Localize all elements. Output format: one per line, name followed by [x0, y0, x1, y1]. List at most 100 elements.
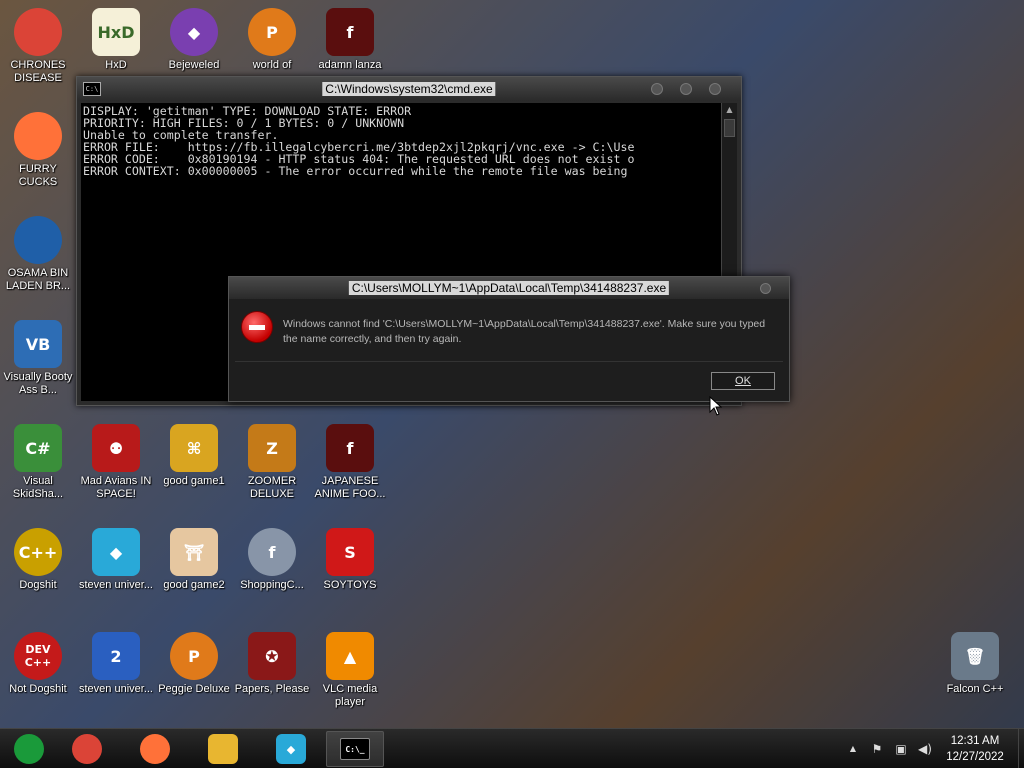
desktop-icon[interactable]: S SOYTOYS: [312, 528, 388, 592]
desktop-icon[interactable]: ✪ Papers, Please: [234, 632, 310, 696]
taskbar-button[interactable]: [194, 731, 252, 767]
desktop-icon-label: OSAMA BIN LADEN BR...: [5, 267, 71, 292]
desktop-icon-label: Dogshit: [19, 579, 57, 591]
desktop-icon-label: ZOOMER DELUXE: [247, 475, 297, 500]
close-button[interactable]: [709, 83, 721, 95]
desktop-icon[interactable]: CHRONES DISEASE: [0, 8, 76, 85]
hex-editor-icon: HxD: [92, 8, 140, 56]
error-dialog[interactable]: C:\Users\MOLLYM~1\AppData\Local\Temp\341…: [228, 276, 790, 402]
dialog-close-button[interactable]: [760, 283, 771, 294]
minimize-button[interactable]: [651, 83, 663, 95]
desktop-icon[interactable]: ⌘ good game1: [156, 424, 232, 488]
visual-csharp-icon: C#: [14, 424, 62, 472]
taskbar: ◆ C:\_ ▲ ⚑ ▣ ◀) 12:31 AM 12/27/2022: [0, 728, 1024, 768]
desktop-icon-label: Falcon C++: [946, 683, 1004, 695]
desktop-icon[interactable]: Pworld of: [234, 8, 310, 72]
flash-player-icon: f: [248, 528, 296, 576]
desktop-icon-label: good game1: [163, 475, 225, 487]
desktop-icon-label: steven univer...: [79, 579, 153, 591]
desktop-icon-label: VLC media player: [322, 683, 378, 708]
file-explorer-icon: [208, 734, 238, 764]
taskbar-button[interactable]: C:\_: [326, 731, 384, 767]
flash-icon: f: [326, 424, 374, 472]
network-icon[interactable]: ▣: [894, 742, 908, 756]
cmd-icon[interactable]: C:\: [83, 82, 101, 96]
peggle-icon: P: [170, 632, 218, 680]
volume-icon[interactable]: ◀): [918, 742, 932, 756]
gem-icon: ◆: [170, 8, 218, 56]
desktop-icon-label: CHRONES DISEASE: [10, 59, 66, 84]
mouse-cursor-icon: [709, 396, 723, 416]
dialog-title: C:\Users\MOLLYM~1\AppData\Local\Temp\341…: [348, 281, 670, 295]
angry-birds-icon: ⚉: [92, 424, 140, 472]
desktop-icon[interactable]: ⚉ Mad Avians IN SPACE!: [78, 424, 154, 501]
mahjong-tile-icon: ⛩: [170, 528, 218, 576]
taskbar-button[interactable]: [58, 731, 116, 767]
desktop-icon-label: good game2: [163, 579, 225, 591]
desktop-icon-label: Bejeweled: [168, 59, 220, 71]
desktop-icon[interactable]: DEV C++ Not Dogshit: [0, 632, 76, 696]
desktop-icon-label: Peggie Deluxe: [158, 683, 230, 695]
desktop-icon[interactable]: f JAPANESE ANIME FOO...: [312, 424, 388, 501]
dialog-divider: [235, 361, 783, 362]
clock[interactable]: 12:31 AM 12/27/2022: [934, 733, 1016, 765]
taskbar-button[interactable]: [0, 731, 58, 767]
taskbar-button[interactable]: [126, 731, 184, 767]
desktop-icon[interactable]: C# Visual SkidSha...: [0, 424, 76, 501]
flash-icon: f: [326, 8, 374, 56]
cpp-icon: C++: [14, 528, 62, 576]
desktop-icon[interactable]: Z ZOOMER DELUXE: [234, 424, 310, 501]
recycle-bin-icon: 🗑: [951, 632, 999, 680]
scroll-thumb[interactable]: [724, 119, 735, 137]
scroll-up-icon[interactable]: ▲: [722, 103, 737, 117]
chevron-up-icon[interactable]: ▲: [846, 742, 860, 756]
obama-logo-icon: [14, 216, 62, 264]
desktop-icon[interactable]: ▲ VLC media player: [312, 632, 388, 709]
desktop-icon-label: steven univer...: [79, 683, 153, 695]
desktop-icon[interactable]: C++ Dogshit: [0, 528, 76, 592]
ok-button-label: OK: [735, 375, 751, 387]
number-two-icon: 2: [92, 632, 140, 680]
cmd-titlebar[interactable]: C:\ C:\Windows\system32\cmd.exe: [77, 77, 741, 101]
clock-date: 12/27/2022: [946, 751, 1004, 763]
diamond-icon: ◆: [92, 528, 140, 576]
desktop-icon-label: ShoppingC...: [240, 579, 304, 591]
desktop-icon[interactable]: HxD HxD: [78, 8, 154, 72]
desktop-icon[interactable]: ◆ Bejeweled: [156, 8, 232, 72]
desktop-icon-label: Not Dogshit: [9, 683, 67, 695]
desktop-icon[interactable]: 2 steven univer...: [78, 632, 154, 696]
taskbar-button[interactable]: ◆: [262, 731, 320, 767]
start-orb-icon: [14, 734, 44, 764]
chrome-icon: [72, 734, 102, 764]
vlc-cone-icon: ▲: [326, 632, 374, 680]
ok-button[interactable]: OK: [711, 372, 775, 390]
desktop-icon[interactable]: P Peggie Deluxe: [156, 632, 232, 696]
desktop-icon-label: HxD: [105, 59, 127, 71]
devcpp-icon: DEV C++: [14, 632, 62, 680]
show-desktop-button[interactable]: [1018, 729, 1024, 768]
chrome-icon: [14, 8, 62, 56]
desktop-icon-label: JAPANESE ANIME FOO...: [314, 475, 386, 500]
desktop-icon[interactable]: VB Visually Booty Ass B...: [0, 320, 76, 397]
zuma-icon: Z: [248, 424, 296, 472]
dialog-titlebar[interactable]: C:\Users\MOLLYM~1\AppData\Local\Temp\341…: [229, 277, 789, 299]
desktop-icon-label: FURRY CUCKS: [18, 163, 58, 188]
desktop-icon-label: SOYTOYS: [323, 579, 377, 591]
desktop-icon-label: Mad Avians IN SPACE!: [80, 475, 152, 500]
s-logo-icon: S: [326, 528, 374, 576]
desktop-icon[interactable]: ◆ steven univer...: [78, 528, 154, 592]
maximize-button[interactable]: [680, 83, 692, 95]
desktop-icon[interactable]: FURRY CUCKS: [0, 112, 76, 189]
firefox-icon: [140, 734, 170, 764]
desktop-icon[interactable]: ⛩ good game2: [156, 528, 232, 592]
desktop-icon[interactable]: OSAMA BIN LADEN BR...: [0, 216, 76, 293]
action-center-flag-icon[interactable]: ⚑: [870, 742, 884, 756]
desktop-icon[interactable]: f ShoppingC...: [234, 528, 310, 592]
desktop-icon-label: Visually Booty Ass B...: [3, 371, 73, 396]
error-icon: [241, 311, 273, 343]
desktop-icon[interactable]: 🗑 Falcon C++: [937, 632, 1013, 696]
visual-basic-icon: VB: [14, 320, 62, 368]
cmd-output-line: ERROR CONTEXT: 0x00000005 - The error oc…: [83, 164, 628, 178]
clock-time: 12:31 AM: [950, 735, 1000, 747]
desktop-icon[interactable]: f adamn lanza: [312, 8, 388, 72]
